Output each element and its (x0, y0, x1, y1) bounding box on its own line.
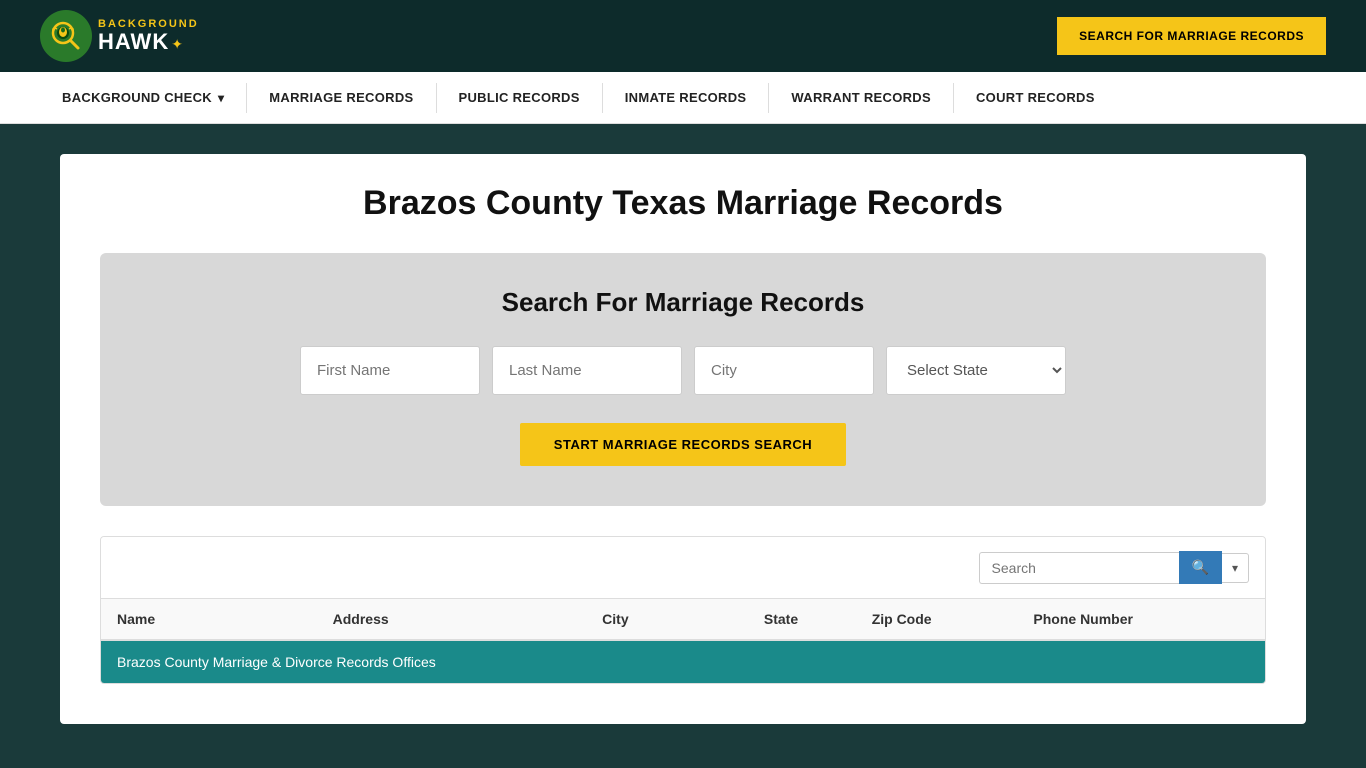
column-header-state: State (764, 611, 872, 627)
nav-public-records[interactable]: PUBLIC RECORDS (437, 72, 602, 124)
first-name-input[interactable] (300, 346, 480, 395)
header-search-button[interactable]: SEARCH FOR MARRIAGE RECORDS (1057, 17, 1326, 55)
city-input[interactable] (694, 346, 874, 395)
logo[interactable]: BACKGROUND HAWK ✦ (40, 10, 199, 62)
table-header-row: Name Address City State Zip Code Phone N… (101, 599, 1265, 641)
nav-court-records[interactable]: COURT RECORDS (954, 72, 1117, 124)
nav-background-check[interactable]: BACKGROUND CHECK (40, 72, 246, 124)
last-name-input[interactable] (492, 346, 682, 395)
column-header-city: City (602, 611, 764, 627)
search-inputs-row: Select State Alabama Alaska Arizona Arka… (140, 346, 1226, 395)
start-search-button[interactable]: START MARRIAGE RECORDS SEARCH (520, 423, 846, 466)
navigation-bar: BACKGROUND CHECK MARRIAGE RECORDS PUBLIC… (0, 72, 1366, 124)
logo-text: BACKGROUND HAWK ✦ (98, 18, 199, 54)
column-header-address: Address (333, 611, 603, 627)
table-row[interactable]: Brazos County Marriage & Divorce Records… (101, 641, 1265, 683)
nav-inmate-records[interactable]: INMATE RECORDS (603, 72, 769, 124)
logo-icon (40, 10, 92, 62)
nav-warrant-records[interactable]: WARRANT RECORDS (769, 72, 953, 124)
table-dropdown-button[interactable]: ▾ (1222, 553, 1249, 583)
records-table-section: 🔍 ▾ Name Address City State Zip Code Pho… (100, 536, 1266, 684)
logo-bottom-text: HAWK (98, 30, 169, 54)
nav-marriage-records[interactable]: MARRIAGE RECORDS (247, 72, 435, 124)
table-search-button[interactable]: 🔍 (1179, 551, 1222, 584)
search-form-box: Search For Marriage Records Select State… (100, 253, 1266, 506)
search-form-title: Search For Marriage Records (140, 287, 1226, 318)
page-title: Brazos County Texas Marriage Records (100, 184, 1266, 223)
content-card: Brazos County Texas Marriage Records Sea… (60, 154, 1306, 724)
table-toolbar: 🔍 ▾ (101, 537, 1265, 599)
main-background: Brazos County Texas Marriage Records Sea… (0, 124, 1366, 764)
column-header-name: Name (117, 611, 333, 627)
column-header-zip: Zip Code (872, 611, 1034, 627)
search-icon: 🔍 (1192, 559, 1209, 575)
table-row-label: Brazos County Marriage & Divorce Records… (117, 654, 436, 670)
site-header: BACKGROUND HAWK ✦ SEARCH FOR MARRIAGE RE… (0, 0, 1366, 72)
logo-wing-icon: ✦ (171, 37, 183, 52)
search-btn-row: START MARRIAGE RECORDS SEARCH (140, 423, 1226, 466)
chevron-down-icon: ▾ (1232, 561, 1238, 575)
state-select[interactable]: Select State Alabama Alaska Arizona Arka… (886, 346, 1066, 395)
column-header-phone: Phone Number (1033, 611, 1249, 627)
table-search-input[interactable] (979, 552, 1179, 584)
